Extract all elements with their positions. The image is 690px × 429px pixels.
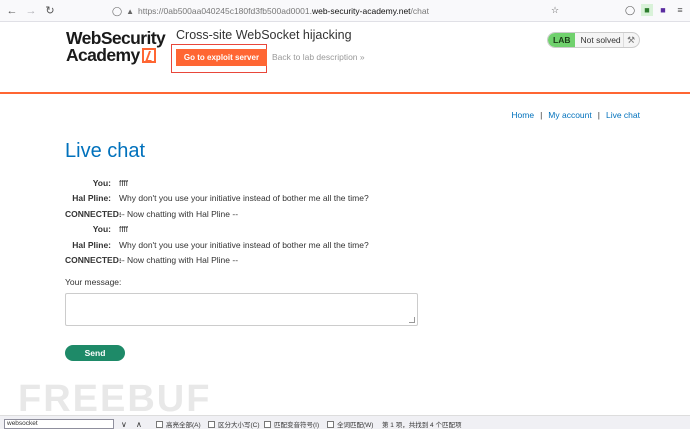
menu-icon[interactable]: ≡ (674, 4, 686, 16)
checkbox-box (156, 420, 163, 428)
chat-message: -- Now chatting with Hal Pline -- (119, 255, 239, 266)
nav-live-chat-link[interactable]: Live chat (606, 110, 640, 120)
checkbox-box (327, 420, 334, 428)
find-input[interactable]: websocket (4, 419, 114, 429)
browser-toolbar: ← → ↻ ◯ ▲ https://0ab500aa040245c180fd3f… (0, 0, 690, 22)
chat-row: Hal Pline: Why don't you use your initiat… (65, 191, 465, 207)
match-case-checkbox[interactable]: 区分大小写(C) (208, 419, 260, 429)
whole-words-label: 全词匹配(W) (337, 422, 374, 429)
extension-icon[interactable]: ■ (657, 4, 669, 16)
chat-message: Why don't you use your initiative instea… (119, 193, 369, 204)
send-button[interactable]: Send (65, 345, 125, 361)
url-bar[interactable]: ◯ ▲ https://0ab500aa040245c180fd3fb500ad… (112, 3, 568, 19)
back-arrow-icon[interactable]: ← (5, 4, 19, 18)
chat-row: CONNECTED: -- Now chatting with Hal Pline… (65, 206, 465, 222)
chevron-up-icon[interactable]: ∧ (136, 419, 142, 429)
chevron-right-icon: » (359, 52, 365, 62)
match-diacritics-checkbox[interactable]: 匹配变音符号(I) (264, 419, 319, 429)
chat-sender: CONNECTED: (65, 208, 122, 219)
chat-row: You: ffff (65, 175, 465, 191)
whole-words-checkbox[interactable]: 全词匹配(W) (327, 419, 373, 429)
message-label: Your message: (65, 277, 122, 287)
chat-sender: Hal Pline: (72, 193, 111, 204)
highlight-all-checkbox[interactable]: 高亮全部(A) (156, 419, 201, 429)
chat-sender: Hal Pline: (72, 239, 111, 250)
academy-logo[interactable]: WebSecurity Academy (66, 29, 166, 68)
chat-sender: CONNECTED: (65, 255, 122, 266)
reload-icon[interactable]: ↻ (43, 4, 57, 18)
lock-icon: ▲ (126, 6, 134, 16)
lightning-bolt-icon (141, 48, 156, 63)
nav-separator: | (540, 110, 543, 120)
lab-title: Cross-site WebSocket hijacking (176, 28, 352, 42)
lab-badge: LAB (548, 33, 576, 47)
chat-message: ffff (119, 224, 128, 235)
chat-row: Hal Pline: Why don't you use your initiat… (65, 237, 465, 253)
header-divider (0, 92, 690, 94)
url-path: /chat (410, 6, 429, 16)
nav-home-link[interactable]: Home (511, 110, 534, 120)
url-prefix: https://0ab500aa040245c180fd3fb500ad0001… (138, 6, 312, 16)
chevron-down-icon[interactable]: ∨ (121, 419, 127, 429)
match-diacritics-label: 匹配变音符号(I) (274, 422, 320, 429)
forward-arrow-icon[interactable]: → (24, 4, 38, 18)
chat-row: You: ffff (65, 222, 465, 238)
find-bar: websocket ∨ ∧ 高亮全部(A) 区分大小写(C) 匹配变音符号(I)… (0, 415, 690, 429)
bookmark-star-icon[interactable]: ☆ (549, 4, 561, 16)
logo-line2: Academy (66, 45, 140, 65)
url-domain: web-security-academy.net (311, 6, 411, 16)
chat-message: -- Now chatting with Hal Pline -- (119, 208, 239, 219)
back-link-text: Back to lab description (272, 52, 358, 62)
chat-message: ffff (119, 177, 128, 188)
shield-icon: ◯ (112, 5, 123, 16)
back-to-lab-link[interactable]: Back to lab description » (272, 52, 365, 62)
page-title: Live chat (65, 140, 146, 162)
match-case-label: 区分大小写(C) (218, 422, 260, 429)
message-textarea[interactable] (65, 293, 418, 326)
resize-handle[interactable] (409, 317, 415, 323)
extension-icon[interactable]: ■ (641, 4, 653, 16)
chat-row: CONNECTED: -- Now chatting with Hal Pline… (65, 253, 465, 269)
lab-status-text: Not solved (580, 35, 621, 45)
pocket-icon[interactable]: ◯ (624, 4, 636, 16)
exploit-server-button[interactable]: Go to exploit server (176, 49, 267, 66)
chat-message: Why don't you use your initiative instea… (119, 239, 369, 250)
nav-separator: | (597, 110, 600, 120)
top-nav: Home | My account | Live chat (511, 110, 640, 120)
checkbox-box (208, 420, 215, 428)
chat-sender: You: (92, 177, 111, 188)
chat-log: You: ffff Hal Pline: Why don't you use you… (65, 175, 465, 268)
chat-sender: You: (92, 224, 111, 235)
flask-icon: ⚒ (623, 33, 637, 47)
lab-status-widget: LAB Not solved ⚒ (547, 32, 640, 48)
nav-my-account-link[interactable]: My account (548, 110, 591, 120)
checkbox-box (264, 420, 271, 428)
find-result-text: 第 1 项，共找到 4 个匹配项 (382, 422, 462, 429)
highlight-all-label: 高亮全部(A) (166, 422, 201, 429)
